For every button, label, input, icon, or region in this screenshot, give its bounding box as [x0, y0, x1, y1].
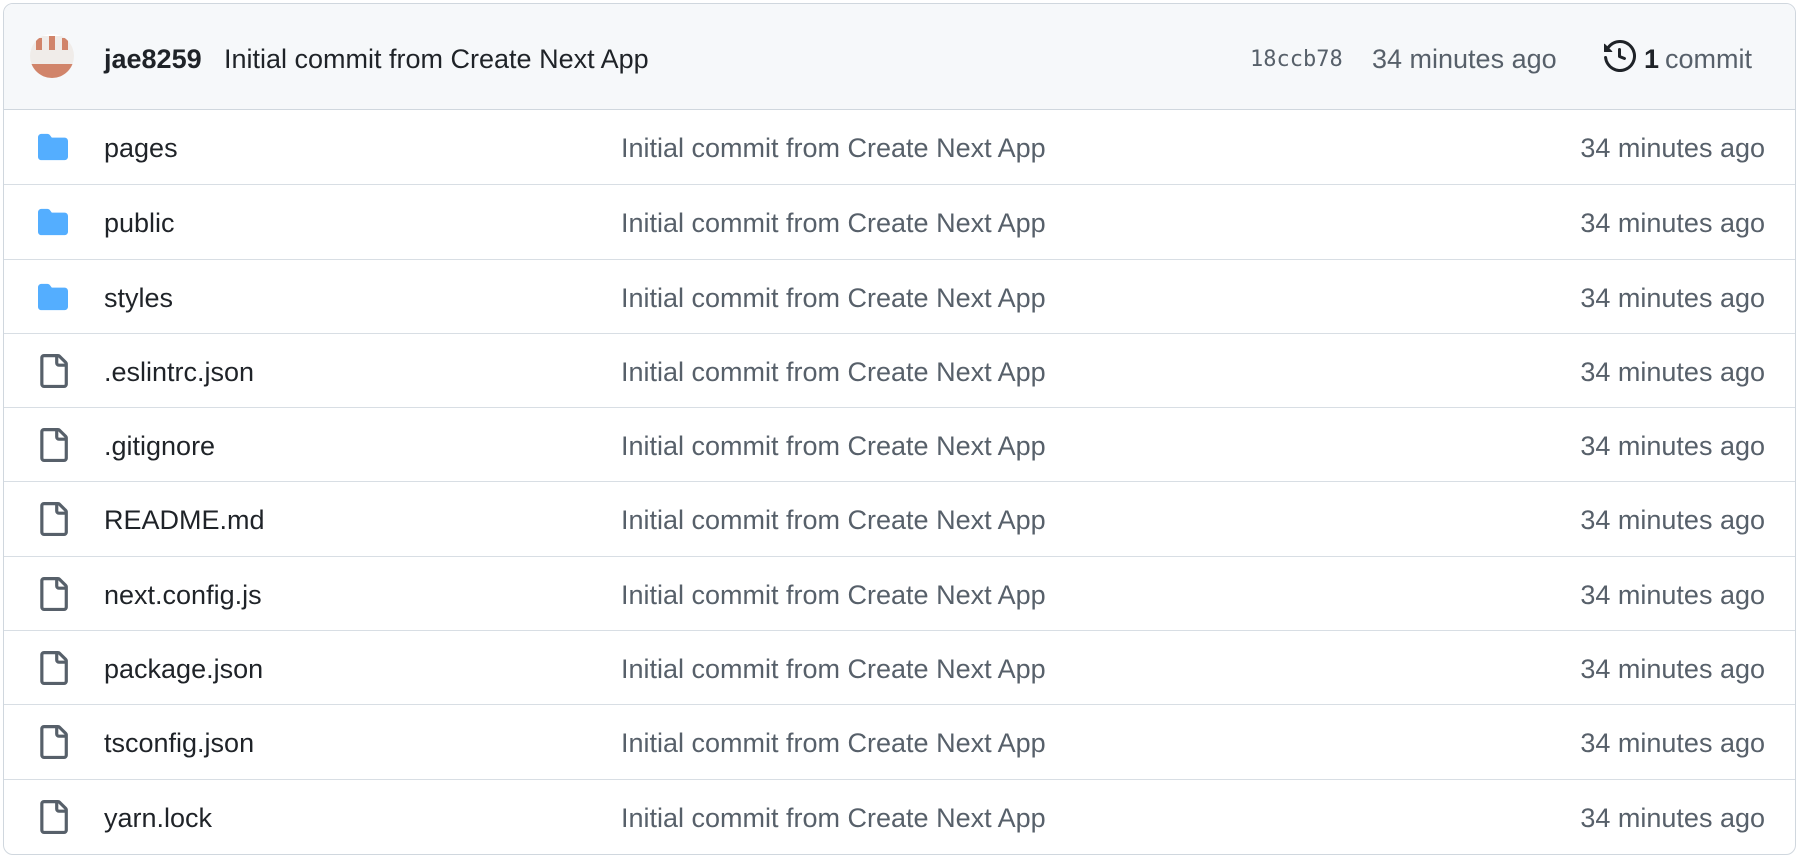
file-commit-time: 34 minutes ago	[1580, 282, 1765, 313]
file-commit-message-link[interactable]: Initial commit from Create Next App	[621, 803, 1046, 834]
file-commit-time: 34 minutes ago	[1580, 133, 1765, 163]
file-icon	[36, 353, 70, 388]
commit-message-link[interactable]: Initial commit from Create Next App	[224, 44, 649, 75]
file-icon	[36, 799, 70, 834]
file-commit-message-link[interactable]: Initial commit from Create Next App	[621, 580, 1046, 611]
file-name-link[interactable]: yarn.lock	[104, 803, 212, 834]
file-icon	[36, 502, 70, 537]
file-commit-message-link[interactable]: Initial commit from Create Next App	[621, 431, 1046, 462]
commit-sha-link[interactable]: 18ccb78	[1250, 47, 1343, 72]
file-row[interactable]: styles Initial commit from Create Next Ap…	[4, 258, 1795, 333]
file-name-link[interactable]: pages	[104, 133, 178, 164]
avatar[interactable]	[30, 34, 74, 78]
file-commit-time: 34 minutes ago	[1580, 579, 1765, 610]
file-commit-time: 34 minutes ago	[1580, 654, 1765, 685]
file-row[interactable]: package.json Initial commit from Create N…	[4, 630, 1795, 704]
file-row[interactable]: .gitignore Initial commit from Create Nex…	[4, 407, 1795, 481]
file-name-link[interactable]: .gitignore	[104, 431, 215, 462]
file-commit-message-link[interactable]: Initial commit from Create Next App	[621, 133, 1046, 164]
file-commit-time: 34 minutes ago	[1580, 802, 1765, 833]
file-name-link[interactable]: README.md	[104, 505, 265, 536]
file-icon	[36, 576, 70, 611]
file-commit-time: 34 minutes ago	[1580, 431, 1765, 462]
file-row[interactable]: pages Initial commit from Create Next App…	[4, 110, 1795, 184]
file-row[interactable]: yarn.lock Initial commit from Create Next…	[4, 778, 1795, 853]
folder-icon	[36, 207, 70, 237]
file-commit-time: 34 minutes ago	[1580, 208, 1765, 239]
file-name-link[interactable]: next.config.js	[104, 580, 262, 611]
file-commit-message-link[interactable]: Initial commit from Create Next App	[621, 654, 1046, 685]
file-row[interactable]: .eslintrc.json Initial commit from Create…	[4, 332, 1795, 407]
file-commit-time: 34 minutes ago	[1580, 356, 1765, 387]
commit-count: 1	[1644, 44, 1660, 74]
file-browser: jae8259 Initial commit from Create Next …	[3, 3, 1796, 855]
commit-time: 34 minutes ago	[1372, 44, 1557, 74]
file-commit-message-link[interactable]: Initial commit from Create Next App	[621, 283, 1046, 314]
file-name-link[interactable]: package.json	[104, 654, 263, 685]
folder-icon	[36, 132, 70, 162]
latest-commit-bar: jae8259 Initial commit from Create Next …	[4, 4, 1795, 110]
folder-icon	[36, 282, 70, 312]
file-row[interactable]: README.md Initial commit from Create Next…	[4, 481, 1795, 555]
commit-history-link[interactable]: 1 commit	[1604, 39, 1753, 79]
file-commit-time: 34 minutes ago	[1580, 728, 1765, 759]
file-row[interactable]: tsconfig.json Initial commit from Create …	[4, 704, 1795, 778]
history-icon	[1604, 39, 1644, 79]
file-icon	[36, 651, 70, 686]
file-row[interactable]: next.config.js Initial commit from Create…	[4, 555, 1795, 630]
commit-count-label: commit	[1665, 44, 1753, 74]
file-icon	[36, 725, 70, 760]
file-name-link[interactable]: .eslintrc.json	[104, 357, 254, 388]
file-name-link[interactable]: tsconfig.json	[104, 728, 254, 759]
file-commit-message-link[interactable]: Initial commit from Create Next App	[621, 728, 1046, 759]
commit-author-link[interactable]: jae8259	[104, 44, 202, 75]
file-commit-message-link[interactable]: Initial commit from Create Next App	[621, 208, 1046, 239]
file-commit-time: 34 minutes ago	[1580, 505, 1765, 536]
file-name-link[interactable]: styles	[104, 283, 173, 314]
file-icon	[36, 428, 70, 463]
file-commit-message-link[interactable]: Initial commit from Create Next App	[621, 357, 1046, 388]
file-row[interactable]: public Initial commit from Create Next Ap…	[4, 184, 1795, 258]
file-commit-message-link[interactable]: Initial commit from Create Next App	[621, 505, 1046, 536]
file-list: pages Initial commit from Create Next App…	[4, 110, 1795, 853]
file-name-link[interactable]: public	[104, 208, 175, 239]
